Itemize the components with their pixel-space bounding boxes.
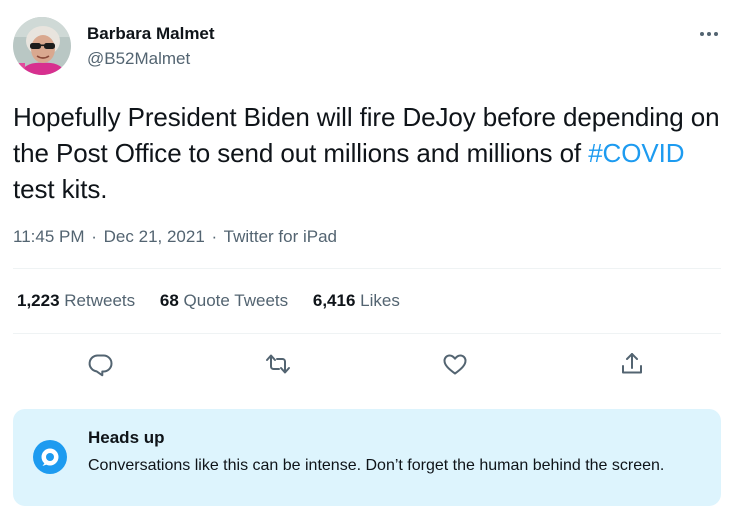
tweet-source[interactable]: Twitter for iPad xyxy=(224,227,337,246)
avatar-image xyxy=(13,17,71,75)
share-icon xyxy=(622,353,642,374)
author-handle[interactable]: @B52Malmet xyxy=(87,48,190,70)
tweet-stats: 1,223 Retweets 68 Quote Tweets 6,416 Lik… xyxy=(17,290,420,312)
share-button[interactable] xyxy=(617,349,647,379)
likes-count: 6,416 xyxy=(312,291,356,310)
likes-label: Likes xyxy=(360,291,400,310)
author-display-name[interactable]: Barbara Malmet xyxy=(87,23,215,45)
more-options-button[interactable] xyxy=(694,22,724,46)
like-button[interactable] xyxy=(440,349,470,379)
tweet-text-part: test kits. xyxy=(13,174,108,204)
hashtag-link[interactable]: #COVID xyxy=(588,138,684,168)
heads-up-body: Conversations like this can be intense. … xyxy=(88,457,665,474)
more-icon xyxy=(700,32,718,36)
tweet-date[interactable]: Dec 21, 2021 xyxy=(104,227,205,246)
heads-up-title: Heads up xyxy=(88,428,165,447)
likes-stat[interactable]: 6,416 Likes xyxy=(313,290,400,312)
like-icon xyxy=(443,354,467,375)
heads-up-notice: Heads up Conversations like this can be … xyxy=(13,409,721,506)
tweet-time[interactable]: 11:45 PM xyxy=(13,227,85,246)
tweet-detail: Barbara Malmet @B52Malmet Hopefully Pres… xyxy=(0,0,738,508)
tweet-metadata: 11:45 PM · Dec 21, 2021 · Twitter for iP… xyxy=(13,226,337,248)
retweets-count: 1,223 xyxy=(17,291,60,310)
separator: · xyxy=(91,227,97,246)
tweet-text: Hopefully President Biden will fire DeJo… xyxy=(13,99,725,207)
retweets-label: Retweets xyxy=(64,291,136,310)
quote-tweets-label: Quote Tweets xyxy=(183,291,289,310)
avatar[interactable] xyxy=(13,17,71,75)
separator: · xyxy=(211,227,218,246)
divider xyxy=(13,333,721,334)
reply-icon xyxy=(88,354,113,377)
heads-up-icon xyxy=(33,440,67,474)
retweets-stat[interactable]: 1,223 Retweets xyxy=(17,290,135,312)
quote-tweets-stat[interactable]: 68 Quote Tweets xyxy=(160,290,288,312)
divider xyxy=(13,268,721,269)
reply-button[interactable] xyxy=(86,349,116,379)
quote-tweets-count: 68 xyxy=(159,291,179,310)
retweet-button[interactable] xyxy=(263,349,293,379)
retweet-icon xyxy=(266,354,290,374)
